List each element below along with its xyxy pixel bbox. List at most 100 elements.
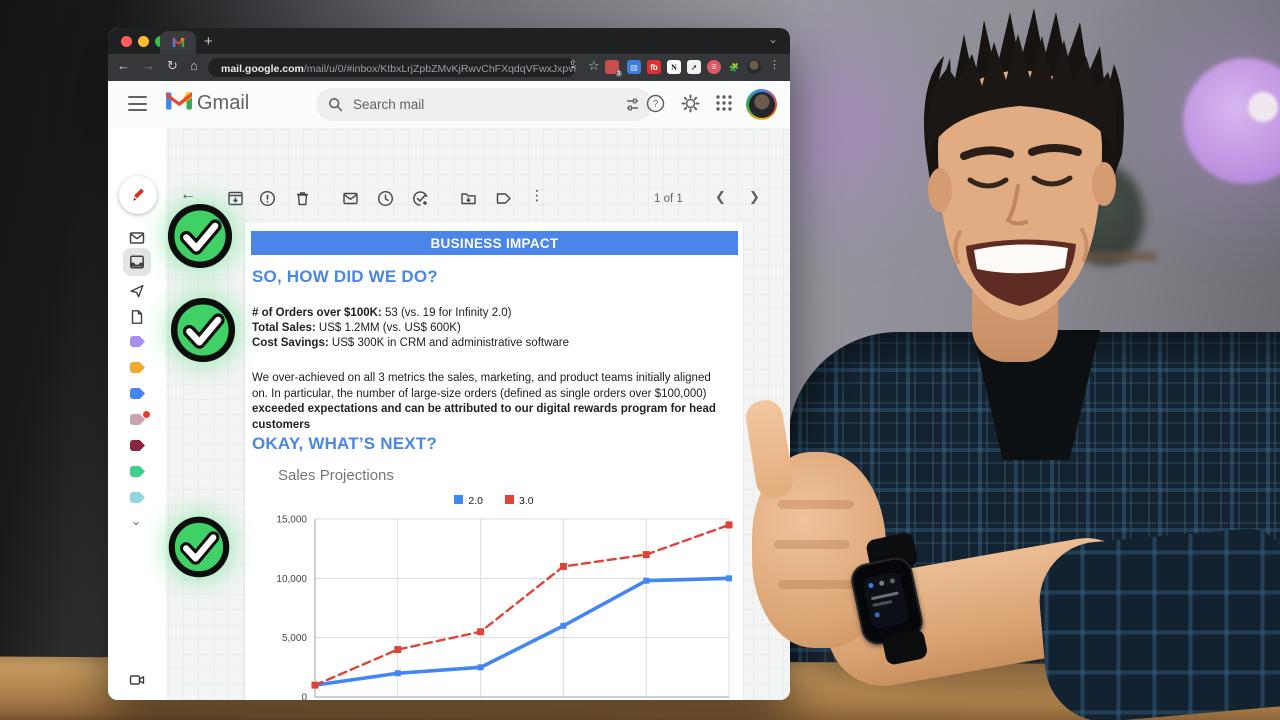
tab-list-chevron-icon[interactable]: ⌄ <box>768 32 778 46</box>
more-options-icon[interactable]: ⋮ <box>530 187 547 204</box>
sidebar-more-chevron-icon[interactable]: ⌄ <box>131 514 141 528</box>
minimize-window-button[interactable] <box>138 36 149 47</box>
sidebar-sent-icon[interactable] <box>129 283 145 299</box>
metric-orders: # of Orders over $100K: 53 (vs. 19 for I… <box>252 307 512 319</box>
report-spam-icon[interactable] <box>259 190 276 207</box>
label-orange[interactable] <box>130 362 145 373</box>
mark-unread-icon[interactable] <box>342 190 359 207</box>
smartwatch-screen <box>861 570 910 630</box>
url-domain: mail.google.com <box>221 62 304 75</box>
extension-icon-fb[interactable]: fb <box>647 60 661 74</box>
google-apps-grid-icon[interactable] <box>715 94 733 112</box>
search-options-tune-icon[interactable] <box>625 97 640 112</box>
address-bar[interactable]: mail.google.com/mail/u/0/#inbox/KtbxLrjZ… <box>208 58 576 77</box>
browser-tab-bar: + ⌄ <box>108 28 790 54</box>
sidebar-tray-icon[interactable] <box>129 254 145 270</box>
checkmark-sticker-1 <box>167 203 233 269</box>
older-email-chevron-icon[interactable]: ❯ <box>749 189 760 205</box>
label-blue[interactable] <box>130 388 145 399</box>
extension-icon-1[interactable]: 3 <box>605 60 622 77</box>
presenter-sleeve <box>1034 525 1280 720</box>
label-icon[interactable] <box>495 190 512 207</box>
extension-icon-3[interactable]: ☰ <box>707 60 721 74</box>
metric-savings: Cost Savings: US$ 300K in CRM and admini… <box>252 337 570 349</box>
home-icon[interactable]: ⌂ <box>190 58 198 73</box>
svg-text:10,000: 10,000 <box>276 574 307 585</box>
help-icon[interactable]: ? <box>646 94 665 113</box>
account-avatar[interactable] <box>746 89 777 120</box>
presenter-head <box>898 0 1142 346</box>
email-body-card: BUSINESS IMPACT SO, HOW DID WE DO? # of … <box>244 223 744 700</box>
email-heading-2: OKAY, WHAT’S NEXT? <box>252 434 437 453</box>
sidebar-inbox-icon[interactable] <box>129 230 145 246</box>
email-banner: BUSINESS IMPACT <box>251 231 738 255</box>
finger-crease <box>778 580 854 589</box>
sales-projections-chart: 05,00010,00015,0002020202120222023202420… <box>276 515 733 701</box>
main-menu-icon[interactable] <box>128 96 147 111</box>
svg-text:5,000: 5,000 <box>282 633 307 644</box>
legend-item: 2.0 <box>454 495 483 507</box>
gmail-logo <box>166 92 192 110</box>
settings-gear-icon[interactable] <box>681 94 700 113</box>
presenter-teeth <box>974 244 1068 274</box>
new-tab-button[interactable]: + <box>204 31 213 52</box>
email-heading-1: SO, HOW DID WE DO? <box>252 267 438 286</box>
sidebar-drafts-icon[interactable] <box>129 309 145 325</box>
gmail-header: Gmail Search mail ? <box>108 81 790 128</box>
gmail-wordmark: Gmail <box>197 92 250 114</box>
legend-item: 3.0 <box>505 495 534 507</box>
label-teal[interactable] <box>130 492 145 503</box>
browser-profile-avatar[interactable] <box>747 60 761 74</box>
gmail-sidebar: ⌄ <box>108 128 166 700</box>
svg-text:?: ? <box>653 99 659 110</box>
checkmark-sticker-3 <box>168 516 230 578</box>
presenter-ear-left <box>928 168 952 212</box>
search-placeholder: Search mail <box>353 97 425 112</box>
legend-swatch <box>454 495 464 504</box>
label-maroon[interactable] <box>130 440 145 451</box>
legend-swatch <box>505 495 514 504</box>
close-window-button[interactable] <box>121 36 132 47</box>
meet-camera-icon[interactable] <box>129 672 145 688</box>
back-icon[interactable]: ← <box>117 58 130 73</box>
presenter-ear-right <box>1092 162 1116 206</box>
extensions-puzzle-icon[interactable]: 🧩 <box>727 60 741 74</box>
chart-legend: 2.0 3.0 <box>245 495 743 507</box>
browser-menu-icon[interactable]: ⋮ <box>769 58 780 71</box>
pagination-label: 1 of 1 <box>654 193 683 205</box>
snooze-clock-icon[interactable] <box>377 190 394 207</box>
checkmark-sticker-2 <box>170 297 236 363</box>
bookmark-star-icon[interactable]: ☆ <box>588 58 600 74</box>
share-icon[interactable]: ⇪ <box>568 58 577 71</box>
label-notification-dot <box>143 411 150 418</box>
move-to-folder-icon[interactable] <box>460 190 477 207</box>
newer-email-chevron-icon[interactable]: ❮ <box>715 189 726 205</box>
label-green[interactable] <box>130 466 145 477</box>
svg-text:15,000: 15,000 <box>276 515 307 526</box>
browser-toolbar: ← → ↻ ⌂ mail.google.com/mail/u/0/#inbox/… <box>108 54 790 81</box>
email-paragraph: We over-achieved on all 3 metrics the sa… <box>252 372 716 431</box>
compose-button[interactable] <box>119 176 157 214</box>
gmail-favicon <box>172 38 184 47</box>
search-input[interactable]: Search mail <box>316 88 652 121</box>
gmail-app: Gmail Search mail ? ⌄ ← ⋮ 1 of 1 ❮ ❯ BUS… <box>108 81 790 700</box>
extension-icon-notion[interactable]: N <box>667 60 681 74</box>
presenter-brow-right <box>1028 144 1082 156</box>
metric-sales: Total Sales: US$ 1.2MM (vs. US$ 600K) <box>252 322 461 334</box>
tab-gmail[interactable] <box>160 31 196 54</box>
finger-crease <box>774 540 850 549</box>
forward-icon[interactable]: → <box>142 58 155 73</box>
label-purple[interactable] <box>130 336 145 347</box>
url-path: /mail/u/0/#inbox/KtbxLrjZpbZMvKjRwvChFXq… <box>303 62 576 75</box>
wall-light-dot <box>1248 92 1278 122</box>
compose-pencil-icon <box>132 188 144 201</box>
extension-icon-arrow[interactable]: ➚ <box>687 60 701 74</box>
reload-icon[interactable]: ↻ <box>167 58 178 74</box>
chart-title: Sales Projections <box>278 467 394 484</box>
search-icon <box>328 97 343 112</box>
add-to-tasks-icon[interactable] <box>412 190 429 207</box>
extension-icon-2[interactable]: ▨ <box>627 60 641 74</box>
finger-crease <box>778 500 854 509</box>
delete-trash-icon[interactable] <box>294 190 311 207</box>
svg-text:0: 0 <box>301 693 307 701</box>
